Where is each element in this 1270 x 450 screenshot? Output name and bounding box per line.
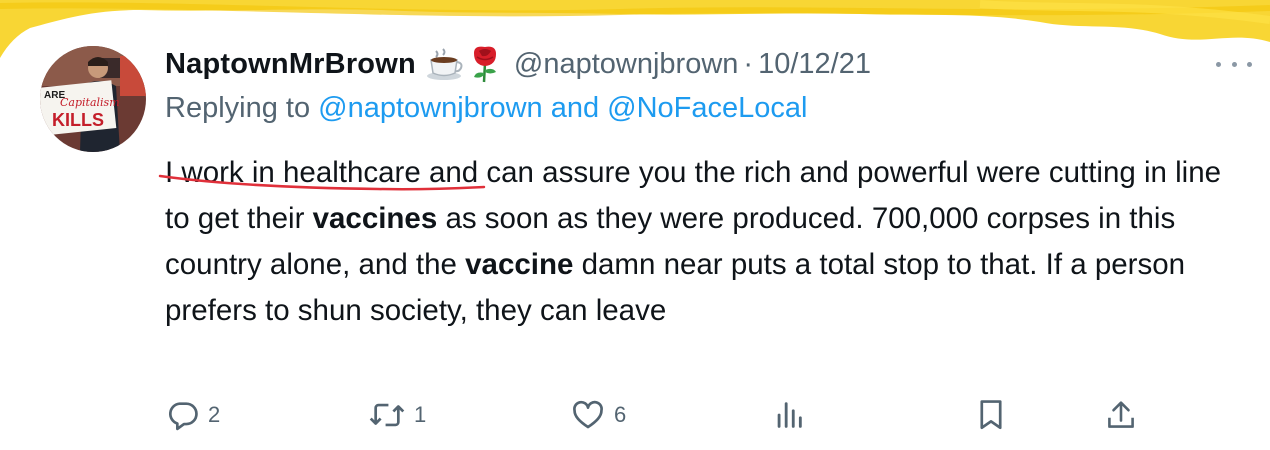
action-bar: 2 1 6 — [0, 395, 1270, 435]
coffee-emoji-icon — [426, 47, 464, 81]
avatar-sign-text-2: Capitalism — [60, 96, 120, 109]
reply-button[interactable]: 2 — [166, 395, 220, 435]
analytics-icon — [777, 402, 802, 428]
tweet-text-bold: vaccine — [465, 248, 574, 281]
avatar[interactable]: ARE Capitalism KILLS — [40, 46, 146, 152]
more-dot — [1247, 61, 1252, 67]
display-name[interactable]: NaptownMrBrown — [165, 48, 416, 81]
separator-dot: · — [743, 47, 754, 80]
tweet-header: NaptownMrBrown @naptownjbrown · 10/12/21 — [165, 42, 871, 86]
reply-context: Replying to @naptownjbrown and @NoFaceLo… — [165, 92, 807, 125]
tweet-date[interactable]: 10/12/21 — [758, 48, 871, 81]
heart-icon — [573, 400, 603, 429]
rose-emoji-icon — [468, 45, 502, 83]
like-button[interactable]: 6 — [570, 395, 626, 435]
more-dot — [1231, 61, 1237, 67]
avatar-sign-text-3: KILLS — [52, 110, 104, 130]
replying-to-label: Replying to — [165, 92, 311, 124]
bookmark-button[interactable] — [976, 395, 1006, 435]
views-button[interactable] — [774, 395, 804, 435]
bookmark-icon — [980, 400, 1002, 430]
tweet-text-bold: vaccines — [312, 202, 438, 235]
retweet-count: 1 — [414, 402, 427, 427]
more-options-icon[interactable] — [1216, 56, 1252, 72]
retweet-button[interactable]: 1 — [368, 395, 426, 435]
more-dot — [1216, 61, 1221, 67]
retweet-icon — [369, 403, 405, 427]
reply-icon — [168, 402, 198, 431]
like-count: 6 — [614, 402, 627, 427]
avatar-image: ARE Capitalism KILLS — [40, 46, 146, 152]
reply-mentions[interactable]: @naptownjbrown and @NoFaceLocal — [318, 92, 807, 124]
share-button[interactable] — [1106, 395, 1136, 435]
user-handle[interactable]: @naptownjbrown — [514, 48, 739, 81]
reply-count: 2 — [208, 402, 221, 427]
share-icon — [1108, 401, 1134, 428]
tweet-text: I work in healthcare and can assure you … — [165, 150, 1225, 334]
